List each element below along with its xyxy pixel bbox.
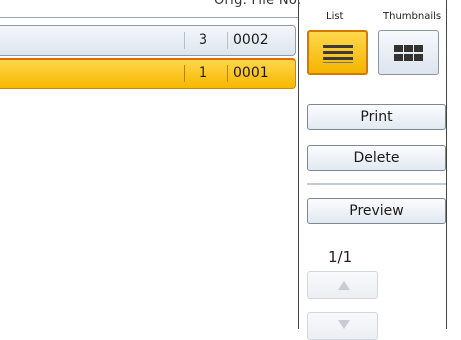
- page-indicator: 1/1: [328, 248, 353, 266]
- file-row-0001-selected[interactable]: 1 0001: [0, 58, 296, 89]
- file-row-0002[interactable]: 3 0002: [0, 25, 296, 56]
- print-button[interactable]: Print: [307, 104, 446, 130]
- delete-button[interactable]: Delete: [307, 145, 446, 171]
- scroll-down-arrow-icon: [338, 320, 350, 329]
- originals-count: 1: [198, 65, 207, 81]
- preview-button[interactable]: Preview: [307, 198, 446, 224]
- thumbnails-view-label: Thumbnails: [383, 11, 442, 22]
- column-separator: [227, 32, 228, 49]
- column-separator: [227, 65, 228, 82]
- list-view-label: List: [326, 11, 344, 22]
- file-list-column-header: Orig. File No.: [214, 0, 302, 8]
- scroll-up-arrow-icon: [338, 281, 350, 290]
- action-divider: [307, 183, 446, 185]
- thumbnails-view-button[interactable]: [378, 30, 439, 75]
- list-header-divider: [0, 17, 298, 18]
- scroll-down-button[interactable]: [307, 312, 378, 340]
- file-number: 0001: [233, 65, 269, 81]
- file-number: 0002: [233, 32, 269, 48]
- scroll-up-button[interactable]: [307, 271, 378, 299]
- panel-divider: [298, 0, 299, 329]
- panel-border-right: [446, 0, 447, 329]
- list-lines-icon: [323, 45, 353, 63]
- originals-count: 3: [198, 32, 207, 48]
- grid-icon: [394, 45, 424, 61]
- list-view-button[interactable]: [307, 30, 368, 75]
